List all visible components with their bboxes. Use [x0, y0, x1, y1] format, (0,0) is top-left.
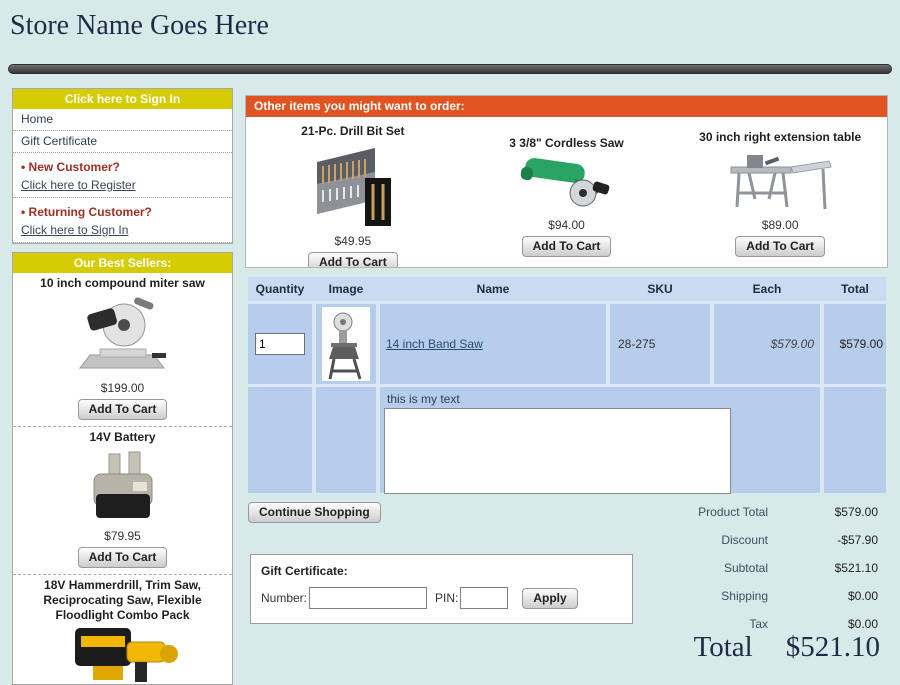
register-link[interactable]: Click here to Register [13, 177, 232, 198]
band-saw-image [322, 307, 370, 381]
extension-table-image [725, 145, 835, 215]
upsell-product-card: 21-Pc. Drill Bit Set [246, 117, 460, 268]
column-header-sku: SKU [610, 277, 710, 301]
grand-total-value: $521.10 [786, 631, 880, 664]
total-row-label: Product Total [573, 505, 768, 520]
best-seller-card: 10 inch compound miter saw $199.00 Add T… [13, 273, 232, 426]
add-to-cart-button[interactable]: Add To Cart [78, 547, 168, 568]
sidebar-item-gift-certificate[interactable]: Gift Certificate [13, 131, 232, 153]
gift-number-label: Number: [261, 591, 307, 605]
grand-total: Total $521.10 [694, 631, 880, 664]
upsell-product-card: 30 inch right extension table [673, 117, 887, 268]
product-name: 21-Pc. Drill Bit Set [297, 124, 408, 139]
comment-textarea[interactable] [384, 408, 731, 494]
product-name: 30 inch right extension table [695, 130, 865, 145]
add-to-cart-button[interactable]: Add To Cart [308, 252, 398, 268]
add-to-cart-button[interactable]: Add To Cart [78, 399, 168, 420]
page-title: Store Name Goes Here [10, 10, 269, 42]
gift-number-input[interactable] [309, 587, 427, 609]
signin-link[interactable]: Click here to Sign In [13, 222, 232, 243]
sidebar: Click here to Sign In Home Gift Certific… [12, 88, 233, 685]
product-name: 18V Hammerdrill, Trim Saw, Reciprocating… [13, 575, 232, 624]
product-total-row: Product Total $579.00 [568, 505, 878, 520]
total-row-value: $521.10 [768, 561, 878, 576]
column-header-each: Each [714, 277, 820, 301]
product-price: $199.00 [13, 378, 232, 397]
product-name: 14V Battery [13, 427, 232, 446]
cart-table: Quantity Image Name SKU Each Total [248, 277, 886, 493]
best-sellers-panel: Our Best Sellers: 10 inch compound miter… [12, 252, 233, 685]
total-row-label: Shipping [573, 589, 768, 604]
gift-pin-label: PIN: [435, 591, 458, 605]
cordless-saw-image [519, 151, 615, 215]
shipping-row: Shipping $0.00 [568, 589, 878, 604]
tax-row: Tax $0.00 [568, 617, 878, 632]
returning-customer-heading: • Returning Customer? [13, 198, 232, 222]
upsell-panel: Other items you might want to order: 21-… [245, 95, 888, 268]
combo-pack-image [13, 624, 232, 684]
comment-label: this is my text [384, 392, 820, 406]
cart-item-sku: 28-275 [610, 304, 710, 384]
total-row-value: $0.00 [768, 589, 878, 604]
signin-header-button[interactable]: Click here to Sign In [13, 89, 232, 109]
subtotal-row: Subtotal $521.10 [568, 561, 878, 576]
total-row-label: Tax [573, 617, 768, 632]
cart-item-row: 14 inch Band Saw 28-275 $579.00 $579.00 [248, 304, 886, 384]
column-header-image: Image [316, 277, 376, 301]
best-sellers-header: Our Best Sellers: [13, 253, 232, 273]
drill-bit-set-image [303, 139, 403, 231]
product-price: $79.95 [13, 526, 232, 545]
order-totals: Product Total $579.00 Discount -$57.90 S… [568, 505, 878, 645]
total-row-value: $579.00 [768, 505, 878, 520]
cart-item-total: $579.00 [824, 304, 886, 384]
total-row-value: -$57.90 [768, 533, 878, 548]
upsell-product-card: 3 3/8" Cordless Saw $94.00 Add To Cart [460, 117, 674, 268]
discount-row: Discount -$57.90 [568, 533, 878, 548]
product-price: $49.95 [334, 231, 371, 250]
add-to-cart-button[interactable]: Add To Cart [522, 236, 612, 257]
product-name: 3 3/8" Cordless Saw [505, 136, 627, 151]
grand-total-label: Total [694, 631, 753, 664]
column-header-quantity: Quantity [248, 277, 312, 301]
column-header-total: Total [824, 277, 886, 301]
sidebar-item-home[interactable]: Home [13, 109, 232, 131]
battery-image [13, 446, 232, 526]
quantity-input[interactable] [255, 333, 305, 355]
column-header-name: Name [380, 277, 606, 301]
total-row-label: Discount [573, 533, 768, 548]
product-price: $94.00 [548, 215, 585, 234]
top-divider-bar [8, 64, 892, 74]
product-name: 10 inch compound miter saw [13, 273, 232, 292]
total-row-label: Subtotal [573, 561, 768, 576]
new-customer-heading: • New Customer? [13, 153, 232, 177]
product-price: $89.00 [762, 215, 799, 234]
gift-pin-input[interactable] [460, 587, 508, 609]
signin-panel: Click here to Sign In Home Gift Certific… [12, 88, 233, 244]
cart-item-name-link[interactable]: 14 inch Band Saw [386, 337, 483, 351]
best-seller-card: 18V Hammerdrill, Trim Saw, Reciprocating… [13, 574, 232, 684]
total-row-value: $0.00 [768, 617, 878, 632]
cart-table-header: Quantity Image Name SKU Each Total [248, 277, 886, 301]
cart-item-each: $579.00 [714, 304, 820, 384]
miter-saw-image [13, 292, 232, 378]
best-seller-card: 14V Battery $79.95 Add To Cart [13, 426, 232, 574]
upsell-header: Other items you might want to order: [246, 96, 887, 117]
cart-comment-row: this is my text [248, 387, 886, 493]
main-content: Other items you might want to order: 21-… [245, 95, 888, 660]
add-to-cart-button[interactable]: Add To Cart [735, 236, 825, 257]
continue-shopping-button[interactable]: Continue Shopping [248, 502, 381, 523]
